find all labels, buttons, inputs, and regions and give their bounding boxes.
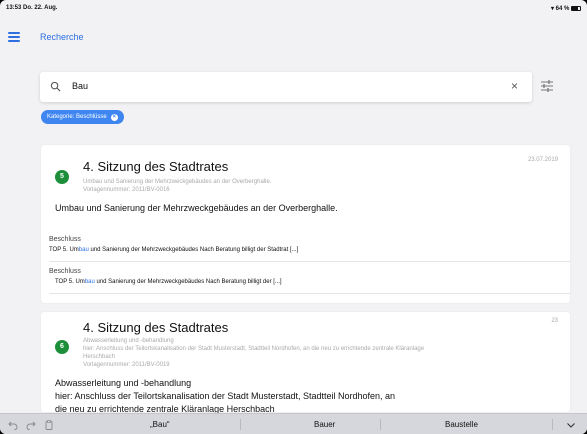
result-subtitle-detail: Herschbach bbox=[83, 354, 116, 360]
hamburger-menu-icon[interactable] bbox=[8, 32, 20, 42]
sliders-icon[interactable] bbox=[540, 79, 554, 93]
suggestion-separator bbox=[240, 419, 241, 430]
result-badge: 6 bbox=[55, 340, 69, 354]
chevron-down-icon[interactable] bbox=[566, 420, 576, 430]
undo-icon[interactable] bbox=[8, 420, 18, 430]
result-subtitle: Umbau und Sanierung der Mehrzweckgebäude… bbox=[83, 179, 272, 185]
suggestion-3[interactable]: Baustelle bbox=[445, 420, 478, 429]
filter-chip[interactable]: Kategorie: Beschlüsse × bbox=[41, 110, 124, 124]
app-screen: 13:53 Do. 22. Aug. ▾ 64 % Recherche Bau … bbox=[0, 0, 587, 434]
divider bbox=[49, 293, 570, 294]
suggestion-separator bbox=[380, 419, 381, 430]
status-right: ▾ 64 % bbox=[551, 5, 581, 12]
filter-chip-label: Kategorie: Beschlüsse bbox=[47, 114, 107, 120]
highlight-text[interactable]: TOP 5. Umbau und Sanierung der Mehrzweck… bbox=[49, 247, 298, 253]
battery-icon bbox=[571, 5, 581, 11]
result-badge: 5 bbox=[55, 170, 69, 184]
status-time: 13:53 Do. 22. Aug. bbox=[6, 5, 58, 11]
result-title: 4. Sitzung des Stadtrates bbox=[83, 320, 229, 335]
battery-percentage: 64 % bbox=[555, 6, 570, 12]
keyboard-shortcut-bar: „Bau“ Bauer Baustelle bbox=[0, 413, 587, 434]
result-card[interactable]: 5 4. Sitzung des Stadtrates 23.07.2019 U… bbox=[41, 145, 570, 303]
clipboard-icon[interactable] bbox=[44, 420, 54, 430]
result-title: 4. Sitzung des Stadtrates bbox=[83, 159, 229, 174]
result-reference: Vorlagennummer: 2011/BV-0016 bbox=[83, 187, 170, 193]
search-icon bbox=[50, 81, 61, 92]
page-title: Recherche bbox=[40, 32, 84, 42]
wifi-icon: ▾ bbox=[550, 6, 554, 12]
result-subtitle: Abwasserleitung und -behandlung bbox=[83, 338, 174, 344]
suggestion-separator bbox=[552, 419, 553, 430]
result-reference: Vorlagennummer: 2011/BV-0019 bbox=[83, 362, 170, 368]
chip-remove-icon[interactable]: × bbox=[110, 113, 118, 121]
status-bar: 13:53 Do. 22. Aug. ▾ 64 % bbox=[0, 0, 587, 20]
search-input[interactable]: Bau bbox=[72, 81, 88, 91]
result-description: hier: Anschluss der Teilortskanalisation… bbox=[55, 391, 396, 401]
result-description: Abwasserleitung und -behandlung bbox=[55, 378, 192, 388]
divider bbox=[49, 261, 570, 262]
close-icon[interactable]: × bbox=[511, 80, 518, 92]
result-description: Umbau und Sanierung der Mehrzweckgebäude… bbox=[55, 203, 338, 213]
search-field[interactable]: Bau × bbox=[40, 72, 532, 102]
redo-icon[interactable] bbox=[26, 420, 36, 430]
result-subtitle-detail: hier: Anschluss der Teilortskanalisation… bbox=[83, 346, 425, 352]
navigation-bar: Recherche bbox=[0, 22, 587, 58]
highlight-label: Beschluss bbox=[49, 268, 81, 275]
highlight-label: Beschluss bbox=[49, 236, 81, 243]
result-card[interactable]: 6 4. Sitzung des Stadtrates 23 Abwasserl… bbox=[41, 312, 570, 414]
result-date: 23 bbox=[551, 318, 558, 324]
highlight-text[interactable]: TOP 5. Umbau und Sanierung der Mehrzweck… bbox=[55, 279, 282, 285]
suggestion-2[interactable]: Bauer bbox=[314, 420, 335, 429]
result-date: 23.07.2019 bbox=[527, 157, 558, 163]
suggestion-1[interactable]: „Bau“ bbox=[150, 420, 170, 429]
